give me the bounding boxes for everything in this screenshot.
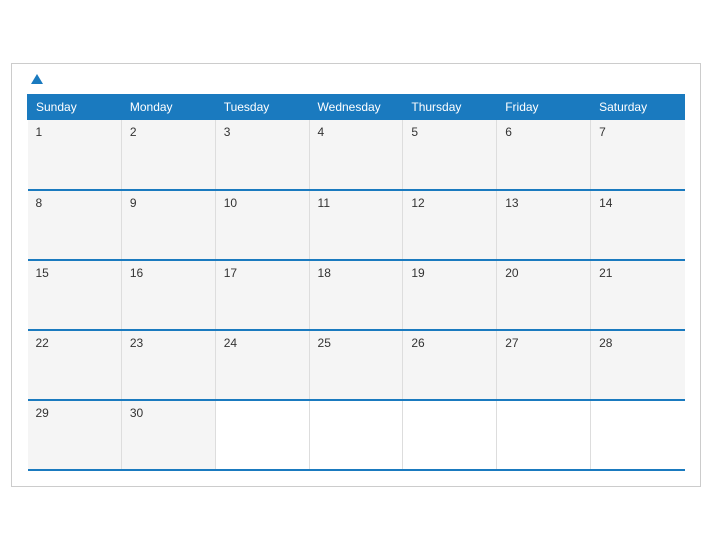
calendar-cell: 21: [591, 260, 685, 330]
calendar-cell: 15: [28, 260, 122, 330]
weekday-header-sunday: Sunday: [28, 95, 122, 120]
day-number: 2: [130, 125, 137, 139]
logo: [27, 74, 43, 84]
calendar-cell: 5: [403, 120, 497, 190]
day-number: 30: [130, 406, 143, 420]
calendar-cell: 6: [497, 120, 591, 190]
calendar-table: SundayMondayTuesdayWednesdayThursdayFrid…: [27, 94, 685, 471]
day-number: 20: [505, 266, 518, 280]
day-number: 16: [130, 266, 143, 280]
weekday-header-saturday: Saturday: [591, 95, 685, 120]
day-number: 29: [36, 406, 49, 420]
calendar-thead: SundayMondayTuesdayWednesdayThursdayFrid…: [28, 95, 685, 120]
day-number: 4: [318, 125, 325, 139]
day-number: 19: [411, 266, 424, 280]
logo-triangle-icon: [31, 74, 43, 84]
day-number: 13: [505, 196, 518, 210]
day-number: 26: [411, 336, 424, 350]
calendar-cell: 13: [497, 190, 591, 260]
calendar-cell: 9: [121, 190, 215, 260]
day-number: 18: [318, 266, 331, 280]
calendar-cell: [403, 400, 497, 470]
weekday-header-thursday: Thursday: [403, 95, 497, 120]
calendar-cell: 20: [497, 260, 591, 330]
day-number: 28: [599, 336, 612, 350]
calendar-cell: 12: [403, 190, 497, 260]
calendar-cell: 25: [309, 330, 403, 400]
calendar-cell: 16: [121, 260, 215, 330]
calendar-cell: 8: [28, 190, 122, 260]
day-number: 22: [36, 336, 49, 350]
calendar-cell: 11: [309, 190, 403, 260]
day-number: 21: [599, 266, 612, 280]
calendar-cell: 3: [215, 120, 309, 190]
day-number: 5: [411, 125, 418, 139]
weekday-header-monday: Monday: [121, 95, 215, 120]
day-number: 23: [130, 336, 143, 350]
calendar-cell: 26: [403, 330, 497, 400]
day-number: 8: [36, 196, 43, 210]
day-number: 14: [599, 196, 612, 210]
calendar-cell: 24: [215, 330, 309, 400]
day-number: 6: [505, 125, 512, 139]
day-number: 10: [224, 196, 237, 210]
calendar-cell: 2: [121, 120, 215, 190]
calendar-week-row: 22 23 24 25 26 27 28: [28, 330, 685, 400]
calendar-week-row: 8 9 10 11 12 13 14: [28, 190, 685, 260]
calendar-cell: [497, 400, 591, 470]
weekday-header-wednesday: Wednesday: [309, 95, 403, 120]
calendar-header: [27, 74, 685, 84]
calendar-cell: 4: [309, 120, 403, 190]
calendar-body: 1234567891011121314151617181920212223242…: [28, 120, 685, 470]
calendar-container: SundayMondayTuesdayWednesdayThursdayFrid…: [11, 63, 701, 487]
calendar-cell: 29: [28, 400, 122, 470]
calendar-cell: 18: [309, 260, 403, 330]
calendar-cell: 19: [403, 260, 497, 330]
day-number: 9: [130, 196, 137, 210]
calendar-cell: 7: [591, 120, 685, 190]
day-number: 12: [411, 196, 424, 210]
day-number: 1: [36, 125, 43, 139]
weekday-header-friday: Friday: [497, 95, 591, 120]
day-number: 7: [599, 125, 606, 139]
day-number: 27: [505, 336, 518, 350]
day-number: 25: [318, 336, 331, 350]
calendar-cell: 22: [28, 330, 122, 400]
calendar-cell: 17: [215, 260, 309, 330]
weekday-header-row: SundayMondayTuesdayWednesdayThursdayFrid…: [28, 95, 685, 120]
calendar-week-row: 29 30: [28, 400, 685, 470]
day-number: 11: [318, 196, 330, 210]
day-number: 17: [224, 266, 237, 280]
calendar-cell: 30: [121, 400, 215, 470]
calendar-week-row: 15 16 17 18 19 20 21: [28, 260, 685, 330]
calendar-cell: 10: [215, 190, 309, 260]
calendar-cell: [591, 400, 685, 470]
calendar-cell: 1: [28, 120, 122, 190]
calendar-cell: 28: [591, 330, 685, 400]
weekday-header-tuesday: Tuesday: [215, 95, 309, 120]
calendar-cell: 14: [591, 190, 685, 260]
calendar-week-row: 1 2 3 4 5 6 7: [28, 120, 685, 190]
day-number: 3: [224, 125, 231, 139]
calendar-cell: 23: [121, 330, 215, 400]
calendar-cell: 27: [497, 330, 591, 400]
calendar-cell: [215, 400, 309, 470]
logo-blue-text: [27, 74, 43, 84]
day-number: 24: [224, 336, 237, 350]
calendar-cell: [309, 400, 403, 470]
day-number: 15: [36, 266, 49, 280]
